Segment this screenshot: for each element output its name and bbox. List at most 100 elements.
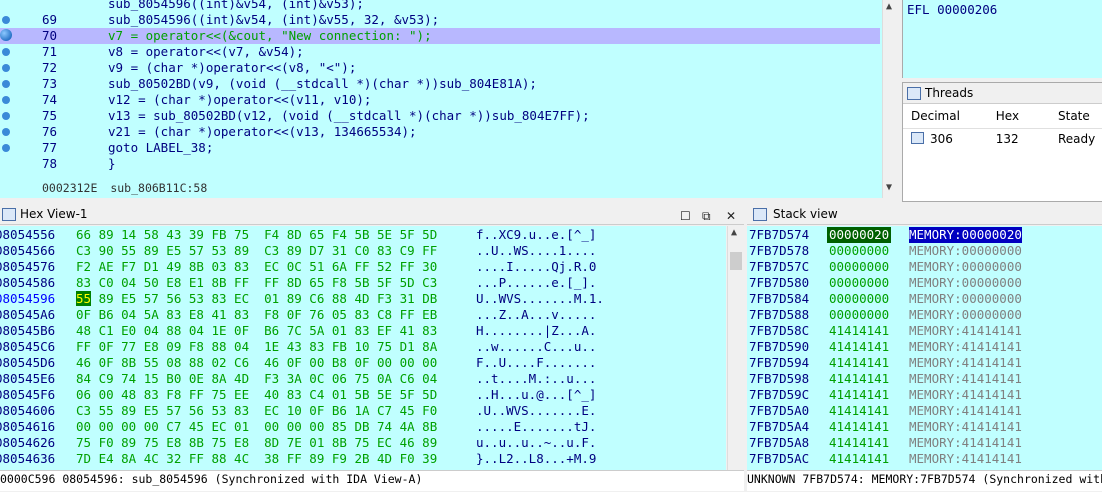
hex-address: 08054636 [0,451,56,466]
code-line[interactable]: 74 v12 = (char *)operator<<(v11, v10); [0,92,880,108]
stack-row[interactable]: 7FB7D5A8 41414141 MEMORY:41414141 [747,435,1102,451]
hex-row[interactable]: 08054576 F2 AE F7 D1 49 8B 03 83 EC 0C 51… [0,259,726,275]
hex-address: 080545E6 [0,371,56,386]
line-number: 69 [42,12,58,27]
hex-row[interactable]: 08054566 C3 90 55 89 E5 57 53 89 C3 89 D7… [0,243,726,259]
threads-header: Decimal Hex State [903,104,1102,129]
stack-comment: MEMORY:00000000 [909,243,1022,258]
stack-value: 41414141 [829,355,890,370]
breakpoint-dot-icon[interactable] [2,112,10,120]
stack-comment: MEMORY:41414141 [909,451,1022,466]
hex-row[interactable]: 080545D6 46 0F 8B 55 08 88 02 C6 46 0F 00… [0,355,726,371]
code-line[interactable]: 71 v8 = operator<<(v7, &v54); [0,44,880,60]
line-number: 70 [42,28,58,43]
stack-value: 00000000 [829,291,890,306]
hex-row[interactable]: 080545A6 0F B6 04 5A 83 E8 41 83 F8 0F 76… [0,307,726,323]
stack-row[interactable]: 7FB7D574 00000020 MEMORY:00000020 [747,227,1102,243]
hex-scroll-thumb[interactable] [730,252,742,270]
breakpoint-dot-icon[interactable] [2,16,10,24]
stack-value: 41414141 [829,403,890,418]
stack-dump[interactable]: 7FB7D574 00000020 MEMORY:00000020 7FB7D578 0… [747,226,1102,472]
hex-row[interactable]: 08054586 83 C0 04 50 E8 E1 8B FF FF 8D 65… [0,275,726,291]
close-icon[interactable]: ✕ [726,206,736,226]
stack-value: 41414141 [829,451,890,466]
hex-row[interactable]: 08054616 00 00 00 00 C7 45 EC 01 00 00 00… [0,419,726,435]
code-line[interactable]: 75 v13 = sub_80502BD(v12, (void (__stdcal… [0,108,880,124]
stack-row[interactable]: 7FB7D594 41414141 MEMORY:41414141 [747,355,1102,371]
breakpoint-dot-icon[interactable] [2,144,10,152]
stack-row[interactable]: 7FB7D58C 41414141 MEMORY:41414141 [747,323,1102,339]
minimize-icon[interactable]: ☐ [680,206,691,226]
code-text: v13 = sub_80502BD(v12, (void (__stdcall … [108,108,590,123]
hex-row[interactable]: 080545F6 06 00 48 83 F8 FF 75 EE 40 83 C4… [0,387,726,403]
pseudocode-view[interactable]: sub_8054596((int)&v54, (int)&v53); 69 sub_… [0,0,899,198]
current-byte-highlight: 55 [76,291,92,306]
thread-row[interactable]: 306 132 Ready [903,129,1102,149]
code-line[interactable]: 72 v9 = (char *)operator<<(v8, "<"); [0,60,880,76]
hex-bytes: C3 55 89 E5 57 56 53 83 EC 10 0F B6 1A C… [76,403,438,418]
line-number: 76 [42,124,58,139]
hex-row[interactable]: 08054636 7D E4 8A 4C 32 FF 88 4C 38 FF 89… [0,451,726,467]
stack-value: 00000000 [829,243,890,258]
scroll-up-icon[interactable]: ▲ [731,227,737,238]
code-line[interactable]: sub_8054596((int)&v54, (int)&v53); [0,0,880,12]
hex-row[interactable]: 08054596 55 89 E5 57 56 53 83 EC 01 89 C6… [0,291,726,307]
scroll-down-icon[interactable]: ▼ [886,182,892,193]
hex-bytes: 48 C1 E0 04 88 04 1E 0F B6 7C 5A 01 83 E… [76,323,438,338]
hex-address: 080545F6 [0,387,56,402]
stack-address: 7FB7D588 [749,307,810,322]
hex-view-title: Hex View-1 [20,207,88,221]
hex-row[interactable]: 080545B6 48 C1 E0 04 88 04 1E 0F B6 7C 5A… [0,323,726,339]
stack-address: 7FB7D57C [749,259,810,274]
stack-view-title-bar[interactable]: Stack view [747,204,1102,225]
breakpoint-dot-icon[interactable] [2,80,10,88]
hex-vertical-scrollbar[interactable]: ▲ [727,226,744,472]
stack-row[interactable]: 7FB7D59C 41414141 MEMORY:41414141 [747,387,1102,403]
hex-row[interactable]: 080545C6 FF 0F 77 E8 09 F8 88 04 1E 43 83… [0,339,726,355]
col-hex[interactable]: Hex [990,104,1052,128]
hex-status-bar: 0000C596 08054596: sub_8054596 (Synchron… [0,470,744,491]
hex-dump[interactable]: 08054556 66 89 14 58 43 39 FB 75 F4 8D 65… [0,226,726,472]
stack-address: 7FB7D598 [749,371,810,386]
hex-bytes: F2 AE F7 D1 49 8B 03 83 EC 0C 51 6A FF 5… [76,259,438,274]
line-number: 74 [42,92,58,107]
code-line[interactable]: 70 v7 = operator<<(&cout, "New connection… [0,28,880,44]
breakpoint-dot-icon[interactable] [2,96,10,104]
stack-row[interactable]: 7FB7D584 00000000 MEMORY:00000000 [747,291,1102,307]
stack-comment: MEMORY:00000000 [909,291,1022,306]
stack-row[interactable]: 7FB7D5A0 41414141 MEMORY:41414141 [747,403,1102,419]
stack-row[interactable]: 7FB7D5A4 41414141 MEMORY:41414141 [747,419,1102,435]
stack-row[interactable]: 7FB7D590 41414141 MEMORY:41414141 [747,339,1102,355]
hex-row[interactable]: 08054626 75 F0 89 75 E8 8B 75 E8 8D 7E 01… [0,435,726,451]
stack-row[interactable]: 7FB7D580 00000000 MEMORY:00000000 [747,275,1102,291]
code-line[interactable]: 69 sub_8054596((int)&v54, (int)&v55, 32, … [0,12,880,28]
stack-row[interactable]: 7FB7D598 41414141 MEMORY:41414141 [747,371,1102,387]
scroll-up-icon[interactable]: ▲ [886,1,892,12]
stack-row[interactable]: 7FB7D588 00000000 MEMORY:00000000 [747,307,1102,323]
hex-view-title-bar[interactable]: Hex View-1 ☐ ⧉ ✕ [0,204,744,225]
threads-title-bar[interactable]: Threads [903,83,1102,104]
stack-row[interactable]: 7FB7D578 00000000 MEMORY:00000000 [747,243,1102,259]
thread-icon [911,132,924,144]
breakpoint-dot-icon[interactable] [2,48,10,56]
hex-row[interactable]: 08054556 66 89 14 58 43 39 FB 75 F4 8D 65… [0,227,726,243]
breakpoint-dot-icon[interactable] [2,64,10,72]
code-line[interactable]: 73 sub_80502BD(v9, (void (__stdcall *)(ch… [0,76,880,92]
stack-row[interactable]: 7FB7D57C 00000000 MEMORY:00000000 [747,259,1102,275]
code-line[interactable]: 78} [0,156,880,172]
current-instruction-icon[interactable] [0,29,12,41]
efl-register[interactable]: EFL 00000206 [907,2,997,17]
stack-row[interactable]: 7FB7D5AC 41414141 MEMORY:41414141 [747,451,1102,467]
restore-icon[interactable]: ⧉ [702,206,711,226]
code-text: } [108,156,116,171]
hex-row[interactable]: 080545E6 84 C9 74 15 B0 0E 8A 4D F3 3A 0C… [0,371,726,387]
hex-row[interactable]: 08054606 C3 55 89 E5 57 56 53 83 EC 10 0F… [0,403,726,419]
col-state[interactable]: State [1052,104,1102,128]
code-line[interactable]: 77 goto LABEL_38; [0,140,880,156]
stack-address: 7FB7D590 [749,339,810,354]
code-line[interactable]: 76 v21 = (char *)operator<<(v13, 13466553… [0,124,880,140]
col-decimal[interactable]: Decimal [903,104,990,128]
breakpoint-dot-icon[interactable] [2,128,10,136]
hex-bytes: 06 00 48 83 F8 FF 75 EE 40 83 C4 01 5B 5… [76,387,438,402]
code-vertical-scrollbar[interactable]: ▲ ▼ [882,0,899,198]
